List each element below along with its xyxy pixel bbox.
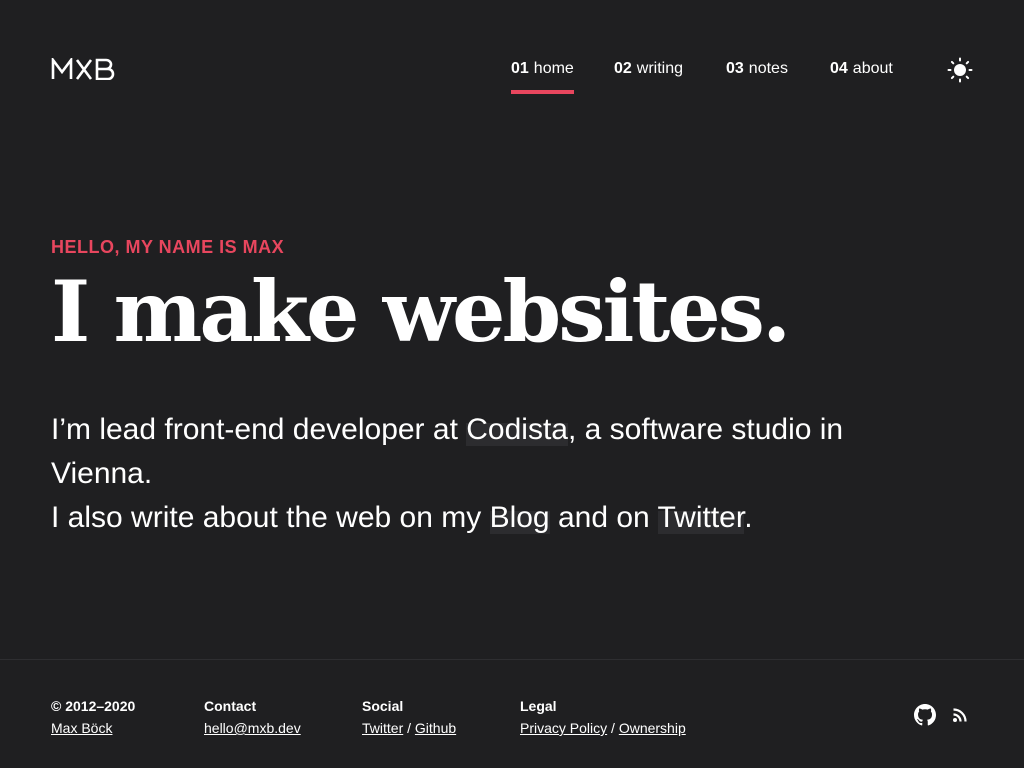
nav-item-writing[interactable]: 02 writing [614,60,726,96]
hero-eyebrow: HELLO, MY NAME IS MAX [51,237,285,257]
intro-text: I’m lead front-end developer at [51,413,467,446]
site-footer: © 2012–2020 Max Böck Contact hello@mxb.d… [0,659,1024,768]
blog-link[interactable]: Blog [489,501,550,534]
rss-icon-link[interactable] [952,707,968,728]
ownership-link[interactable]: Ownership [619,720,686,736]
nav-item-home[interactable]: 01 home [511,60,614,96]
privacy-policy-link[interactable]: Privacy Policy [520,720,607,736]
nav-number: 01 [511,60,529,77]
footer-contact: Contact hello@mxb.dev [204,695,301,739]
social-heading: Social [362,698,404,714]
hero-intro: I’m lead front-end developer at Codista,… [51,408,911,540]
nav-number: 04 [830,60,848,77]
footer-copyright: © 2012–2020 Max Böck [51,695,135,739]
theme-toggle-button[interactable] [946,56,974,84]
github-icon-link[interactable] [914,704,936,731]
rss-icon [953,708,967,722]
sun-icon [947,57,973,83]
footer-twitter-link[interactable]: Twitter [362,720,403,736]
site-logo[interactable] [51,58,115,80]
footer-icons [914,704,968,731]
nav-label: writing [636,60,684,77]
nav-label: home [533,60,574,77]
github-icon [914,704,936,726]
footer-social: Social Twitter / Github [362,695,456,739]
separator: / [407,720,412,736]
legal-heading: Legal [520,698,557,714]
intro-text: . [744,501,753,534]
footer-github-link[interactable]: Github [415,720,456,736]
nav-number: 03 [726,60,744,77]
separator: / [611,720,615,736]
intro-text: I also write about the web on my [51,501,490,534]
intro-text: and on [549,501,658,534]
active-nav-indicator [511,90,574,94]
mxb-logo-icon [51,58,115,80]
twitter-link[interactable]: Twitter [657,501,745,534]
nav-label: about [852,60,893,77]
nav-item-about[interactable]: 04 about [830,60,910,96]
main-nav: 01 home 02 writing 03 notes 04 about [511,60,910,96]
author-link[interactable]: Max Böck [51,720,112,736]
contact-heading: Contact [204,698,257,714]
email-link[interactable]: hello@mxb.dev [204,720,301,736]
hero-headline: I make websites. [51,262,791,361]
nav-label: notes [748,60,788,77]
nav-item-notes[interactable]: 03 notes [726,60,830,96]
nav-number: 02 [614,60,632,77]
copyright-text: © 2012–2020 [51,698,136,714]
hero-section: HELLO, MY NAME IS MAX I make websites. I… [51,236,951,540]
footer-legal: Legal Privacy Policy / Ownership [520,695,686,739]
codista-link[interactable]: Codista [466,413,568,446]
